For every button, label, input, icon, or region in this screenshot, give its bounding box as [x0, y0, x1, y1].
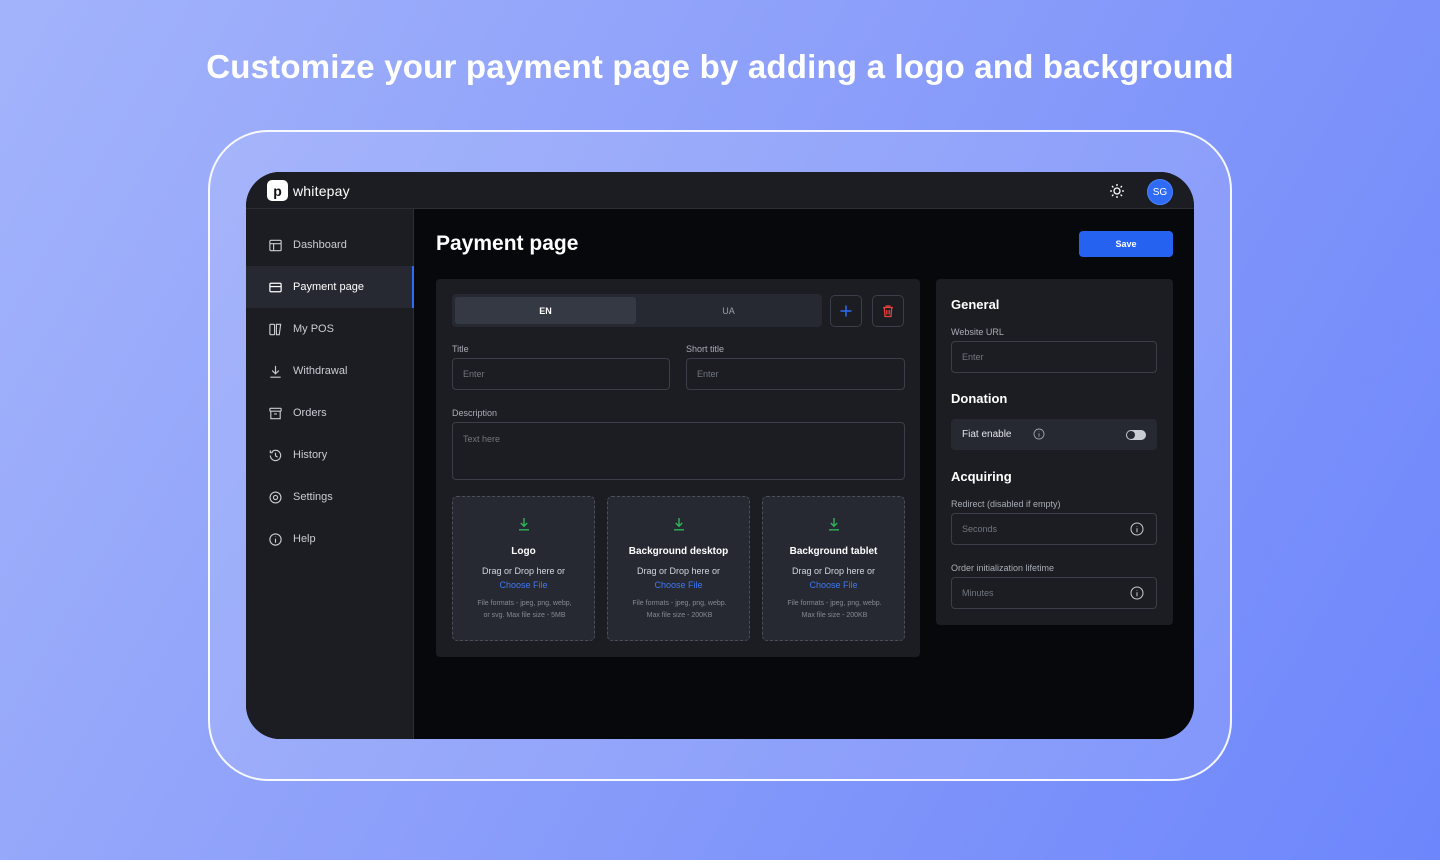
donation-section-title: Donation — [951, 391, 1008, 406]
app-logo[interactable]: p whitepay — [267, 180, 350, 201]
choose-file-link[interactable]: Choose File — [763, 580, 904, 590]
info-icon[interactable] — [1130, 586, 1144, 600]
upload-info-size: Max file size - 200KB — [801, 612, 868, 619]
language-tabs: EN UA — [452, 294, 822, 327]
dashboard-icon — [269, 239, 282, 251]
gear-icon — [269, 490, 282, 504]
delete-language-button[interactable] — [872, 295, 904, 327]
tab-ua[interactable]: UA — [638, 297, 819, 324]
sidebar: Dashboard Payment page My POS Withdrawal… — [246, 209, 414, 739]
fiat-enable-label: Fiat enable — [962, 429, 1012, 440]
upload-hint: Drag or Drop here or — [481, 566, 566, 576]
upload-hint: Drag or Drop here or — [791, 566, 876, 576]
upload-info: File formats - jpeg, png, webp. Max file… — [618, 598, 741, 622]
page-headline: Customize your payment page by adding a … — [206, 48, 1234, 85]
acquiring-section-title: Acquiring — [951, 469, 1012, 484]
top-bar: p whitepay SG — [246, 172, 1194, 209]
trash-icon — [883, 305, 893, 318]
card-icon — [269, 282, 282, 292]
sidebar-item-withdrawal[interactable]: Withdrawal — [246, 350, 414, 392]
sidebar-item-my-pos[interactable]: My POS — [246, 308, 414, 350]
sidebar-item-history[interactable]: History — [246, 434, 414, 476]
pos-icon — [269, 323, 282, 335]
description-textarea[interactable]: Text here — [452, 422, 905, 480]
redirect-label: Redirect (disabled if empty) — [951, 499, 1061, 509]
plus-icon — [840, 305, 852, 317]
website-url-input[interactable]: Enter — [951, 341, 1157, 373]
upload-info-formats: File formats - jpeg, png, webp. — [787, 600, 882, 607]
sidebar-item-payment-page[interactable]: Payment page — [246, 266, 414, 308]
sidebar-item-label: Orders — [293, 407, 327, 419]
choose-file-link[interactable]: Choose File — [453, 580, 594, 590]
upload-title: Background tablet — [789, 546, 878, 557]
sidebar-item-label: Withdrawal — [293, 365, 348, 377]
sidebar-item-label: Settings — [293, 491, 333, 503]
sidebar-item-label: Payment page — [293, 281, 364, 293]
background-desktop-upload-dropzone[interactable]: Background desktop Drag or Drop here or … — [607, 496, 750, 641]
download-icon — [270, 365, 281, 378]
upload-hint: Drag or Drop here or — [636, 566, 721, 576]
sidebar-item-dashboard[interactable]: Dashboard — [246, 224, 414, 266]
content-panel: EN UA Title Enter Short title Enter Desc… — [436, 279, 920, 657]
title-label: Title — [452, 344, 469, 354]
download-icon — [519, 518, 529, 531]
title-input[interactable]: Enter — [452, 358, 670, 390]
info-icon[interactable] — [1033, 428, 1045, 440]
upload-title: Background desktop — [628, 546, 729, 557]
upload-info-formats: File formats - jpeg, png, webp. — [632, 600, 727, 607]
upload-info-size: Max file size - 200KB — [646, 612, 713, 619]
sidebar-item-orders[interactable]: Orders — [246, 392, 414, 434]
logo-text: whitepay — [293, 182, 350, 199]
sidebar-item-settings[interactable]: Settings — [246, 476, 414, 518]
sidebar-item-label: History — [293, 449, 328, 461]
app-screen: p whitepay SG Dashboard Payment page My … — [246, 172, 1194, 739]
sun-icon[interactable] — [1109, 183, 1125, 199]
sidebar-item-label: My POS — [293, 323, 334, 335]
short-title-input[interactable]: Enter — [686, 358, 905, 390]
description-label: Description — [452, 408, 498, 418]
sidebar-item-help[interactable]: Help — [246, 518, 414, 560]
upload-title: Logo — [511, 546, 536, 557]
order-lifetime-input[interactable]: Minutes — [951, 577, 1157, 609]
page-title: Payment page — [436, 232, 579, 255]
choose-file-link[interactable]: Choose File — [608, 580, 749, 590]
tab-en[interactable]: EN — [455, 297, 636, 324]
archive-icon — [269, 407, 282, 419]
history-icon — [269, 449, 282, 461]
download-icon — [674, 518, 684, 531]
fiat-enable-row: Fiat enable — [951, 419, 1157, 450]
info-icon[interactable] — [1130, 522, 1144, 536]
background-tablet-upload-dropzone[interactable]: Background tablet Drag or Drop here or C… — [762, 496, 905, 641]
sidebar-item-label: Help — [293, 533, 316, 545]
download-icon — [829, 518, 839, 531]
logo-upload-dropzone[interactable]: Logo Drag or Drop here or Choose File Fi… — [452, 496, 595, 641]
order-lifetime-label: Order initialization lifetime — [951, 563, 1055, 573]
settings-panel: General Website URL Enter Donation Fiat … — [936, 279, 1173, 625]
website-url-label: Website URL — [951, 327, 1004, 337]
fiat-enable-toggle[interactable] — [1126, 430, 1146, 440]
logo-mark-icon: p — [267, 180, 288, 201]
upload-info-size: or svg. Max file size - 5MB — [483, 612, 566, 619]
sidebar-item-label: Dashboard — [293, 239, 347, 251]
redirect-seconds-input[interactable]: Seconds — [951, 513, 1157, 545]
add-language-button[interactable] — [830, 295, 862, 327]
avatar[interactable]: SG — [1147, 179, 1173, 205]
short-title-label: Short title — [686, 344, 725, 354]
upload-info-formats: File formats - jpeg, png, webp, — [477, 600, 572, 607]
info-icon — [269, 532, 282, 546]
save-button[interactable]: Save — [1079, 231, 1173, 257]
general-section-title: General — [951, 297, 1000, 312]
upload-info: File formats - jpeg, png, webp. Max file… — [773, 598, 896, 622]
upload-info: File formats - jpeg, png, webp, or svg. … — [463, 598, 586, 622]
